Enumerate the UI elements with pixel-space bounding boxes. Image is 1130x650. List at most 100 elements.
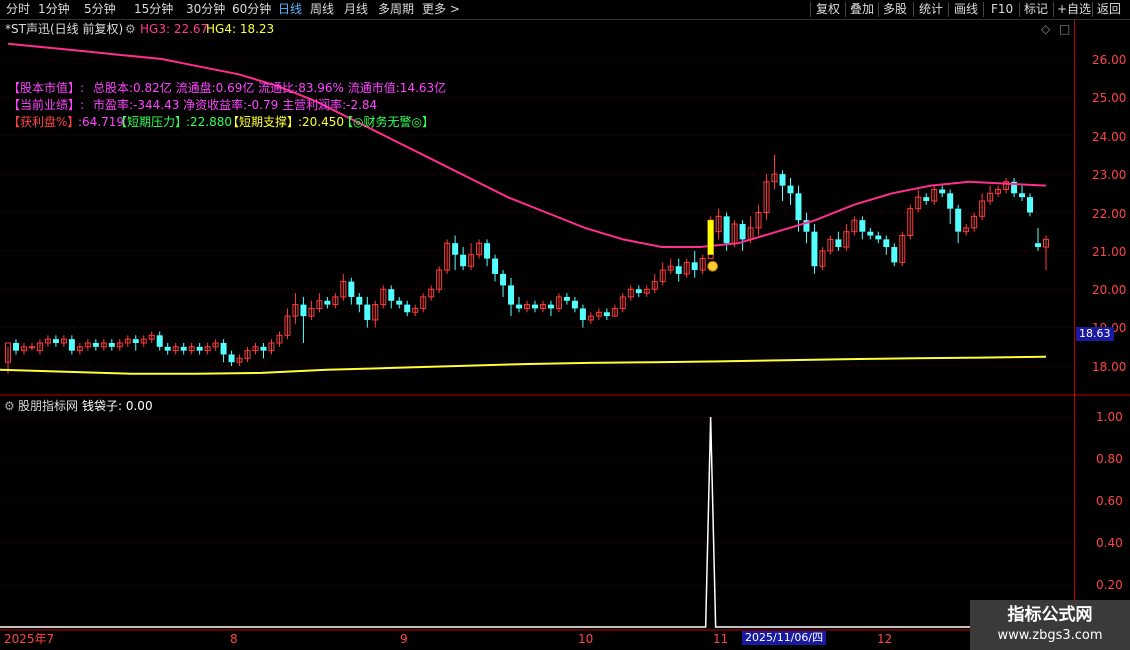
candle-body [939,189,946,194]
y-tick: 25.00 [1092,91,1127,105]
candle-body [787,185,794,194]
candle-body [108,342,115,347]
sub-settings-icon[interactable]: ⚙ [4,399,15,413]
candle-body [132,339,139,343]
candle-body [92,342,99,347]
info-l1-text: 总股本:0.82亿 流通盘:0.69亿 流通比:83.96% 流通市值:14.6… [93,81,447,95]
candle-body [452,243,459,255]
ma-line [7,42,1047,248]
y-tick: 24.00 [1092,130,1127,144]
info-l2-text: 市盈率:-344.43 净资收益率:-0.79 主营利润率:-2.84 [93,98,378,112]
date-label: 12 [877,632,893,646]
candle-body [396,300,403,305]
candle-body [460,254,467,267]
candle-body [779,174,786,186]
candle-body [180,346,187,351]
candle-body [531,304,538,309]
candle-body [516,304,523,309]
candle-body [1019,193,1026,198]
candle-body [675,266,682,274]
candle-body [484,243,491,259]
sub-value: 钱袋子: 0.00 [82,399,153,413]
candle-body [300,304,307,317]
info-l1-tag: 【股本市值】: [8,81,85,95]
info-l3-tag: 【获利盘%】 [8,115,80,129]
signal-bar [707,220,714,255]
cursor-date: 2025/11/06/四 [742,631,827,645]
candle-body [1027,197,1034,213]
window-toggle-icon[interactable]: □ [1059,22,1070,36]
watermark-line2: www.zbgs3.com [997,628,1103,643]
sub-y-tick: 0.40 [1096,536,1123,550]
candle-body [28,346,35,349]
diamond-icon[interactable]: ◇ [1041,22,1050,36]
candle-body [356,296,363,305]
candle-body [228,354,235,363]
date-label: 11 [713,632,729,646]
info-l3-tag4: 【◎财务无警◎】 [341,115,434,129]
candle-body [947,193,954,209]
candle-body [563,296,570,301]
signal-line [0,416,1074,628]
y-tick: 20.00 [1092,283,1127,297]
sub-title: 股朋指标网 [18,399,79,413]
candle-body [404,304,411,313]
candle-body [260,346,267,351]
sub-y-tick: 0.60 [1096,494,1123,508]
candle-body [348,281,355,297]
date-label: 2025年7 [4,632,55,646]
candle-body [196,346,203,351]
candle-body [723,216,730,244]
candle-body [500,273,507,286]
candle-body [547,304,554,309]
candle-body [603,312,610,317]
watermark-line1: 指标公式网 [1007,605,1093,625]
candle-body [579,308,586,320]
sub-y-tick: 1.00 [1096,410,1123,424]
candle-body [12,342,19,351]
candle-body [691,262,698,271]
support-line [0,355,1047,375]
candle-body [835,239,842,248]
candle-body [867,231,874,236]
candle-body [508,285,515,305]
info-l3-val3: :20.450 [298,115,345,129]
y-tick: 18.00 [1092,360,1127,374]
hg4-value: HG4: 18.23 [206,22,275,36]
y-tick: 22.00 [1092,207,1127,221]
info-l3-val2: :22.880 [186,115,233,129]
info-l2-tag: 【当前业绩】: [8,98,85,112]
candle-body [220,342,227,355]
candle-body [795,193,802,221]
candle-body [859,220,866,232]
candle-body [156,335,163,347]
candle-body [891,247,898,263]
sub-y-tick: 0.20 [1096,578,1123,592]
candle-body [571,300,578,309]
y-tick: 23.00 [1092,168,1127,182]
candle-body [875,235,882,240]
candle-body [883,239,890,248]
candle-body [492,258,499,274]
stock-title: *ST声迅(日线 前复权) [5,22,124,36]
candle-body [68,339,75,351]
info-l3-tag2: 【短期压力】 [115,115,188,129]
candle-body [1035,243,1042,248]
settings-icon[interactable]: ⚙ [125,22,136,36]
current-price-badge: 18.63 [1076,327,1114,341]
candle-body [52,339,59,343]
candle-body [811,231,818,267]
y-tick: 26.00 [1092,53,1127,67]
candle-body [635,289,642,294]
candle-body [364,304,371,320]
moneybag-icon [707,260,719,272]
sub-y-tick: 0.80 [1096,452,1123,466]
watermark: 指标公式网 www.zbgs3.com [970,600,1130,650]
y-tick: 21.00 [1092,245,1127,259]
candle-body [955,208,962,232]
candle-body [164,346,171,351]
info-l3-tag3: 【短期支撑】 [227,115,300,129]
candle-body [324,300,331,305]
candle-body [388,289,395,301]
candle-body [923,197,930,201]
